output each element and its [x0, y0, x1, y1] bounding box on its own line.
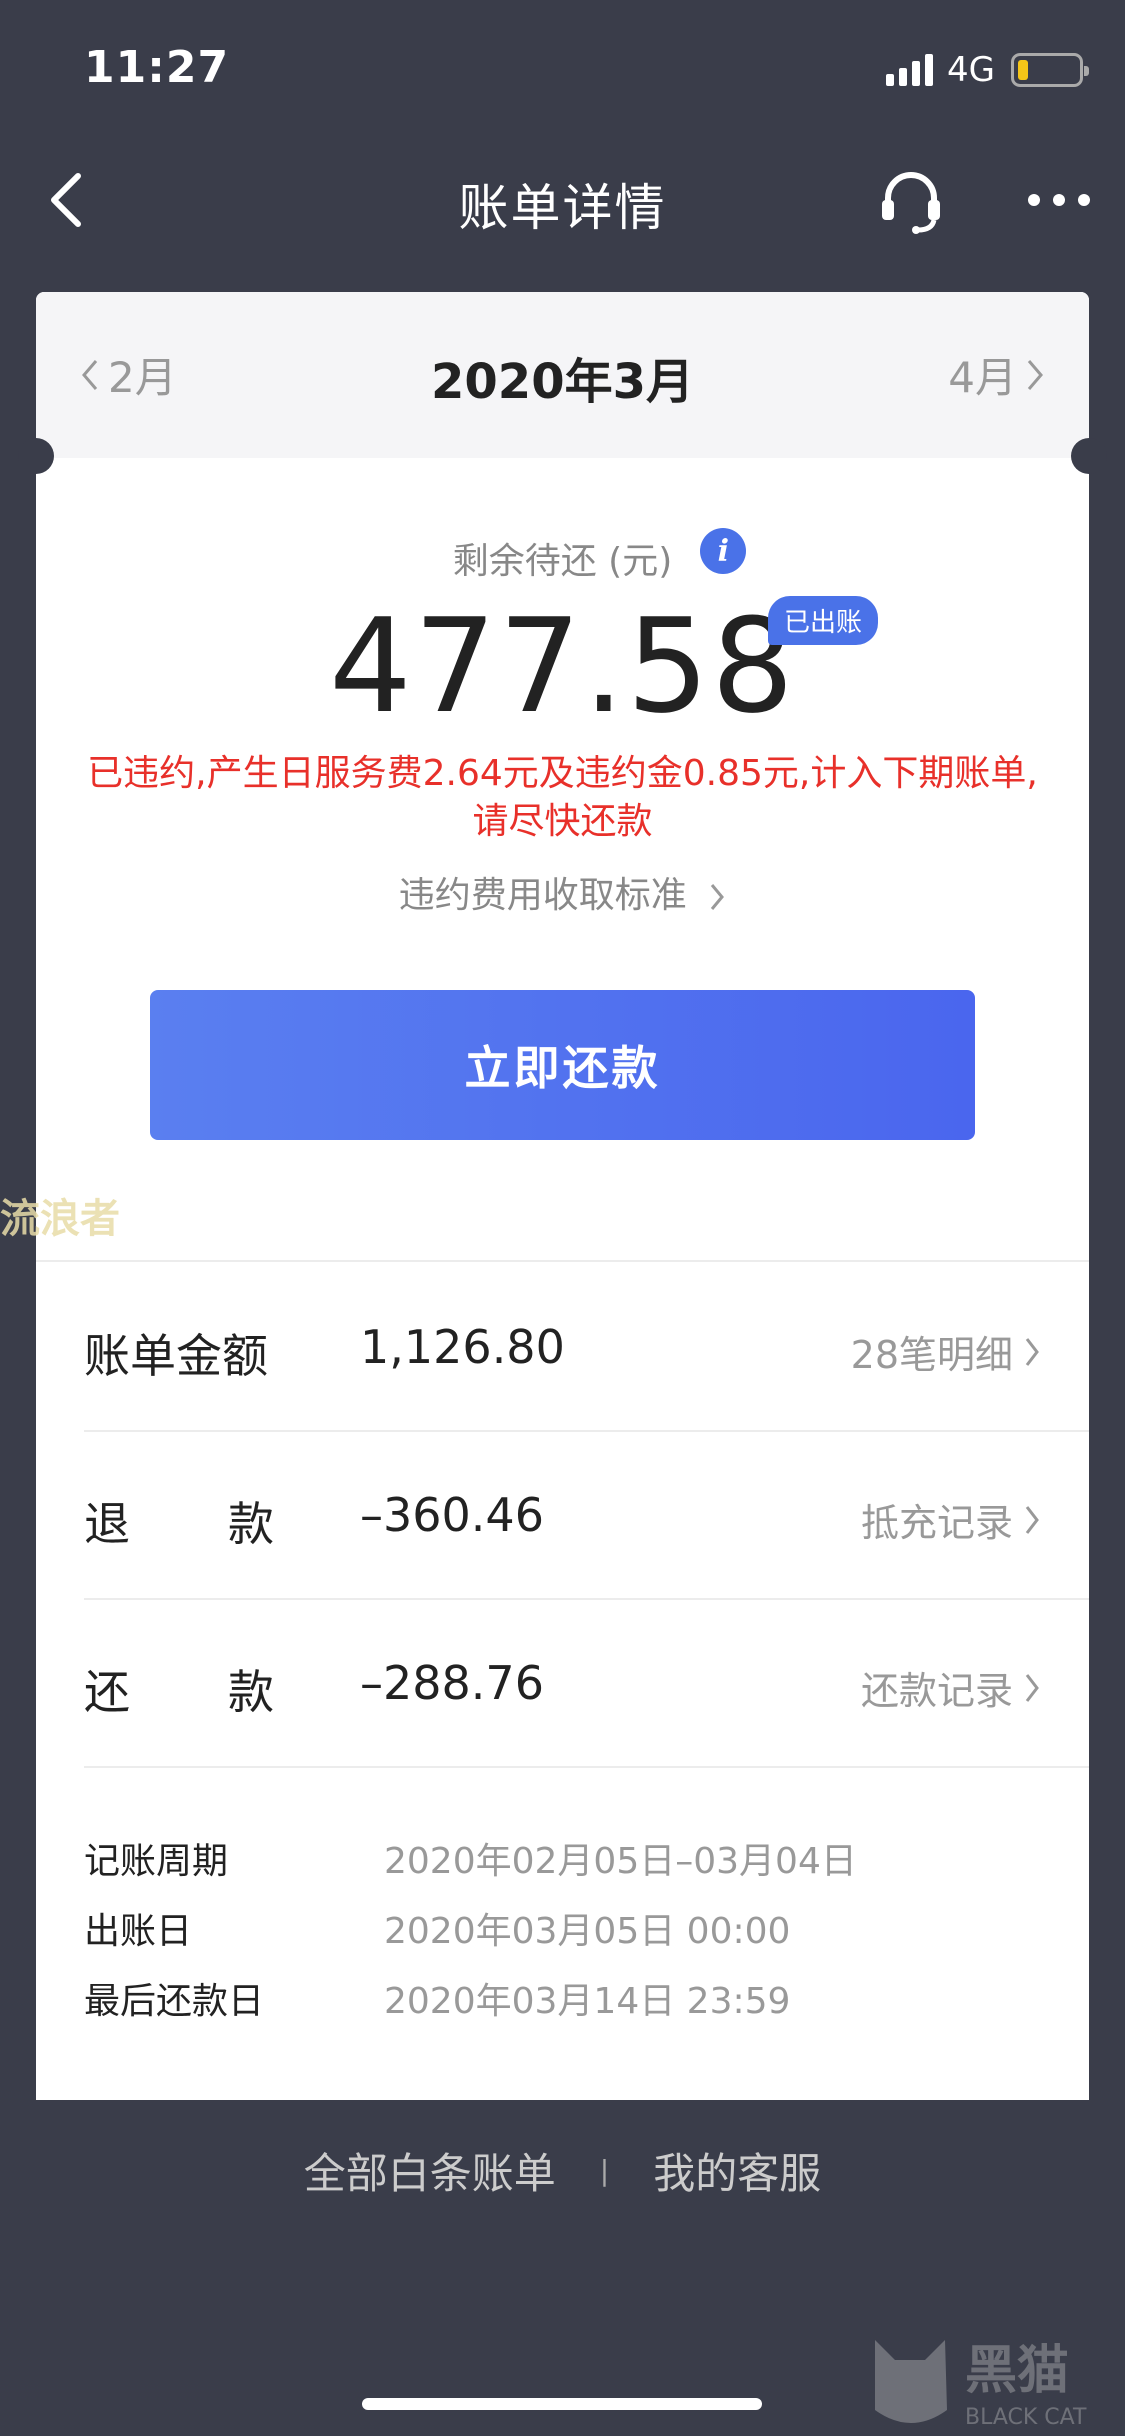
fee-standard-label: 违约费用收取标准 [398, 875, 687, 916]
more-dots-icon [1028, 194, 1090, 206]
overdue-warning: 已违约,产生日服务费2.64元及违约金0.85元,计入下期账单, 请尽快还款 [76, 750, 1049, 846]
refund-row[interactable]: 退款 –360.46 抵充记录 [84, 1430, 1089, 1598]
card-notch-left [18, 438, 54, 474]
status-bar: 11:27 4G [0, 0, 1125, 135]
status-badge: 已出账 [768, 596, 879, 645]
row-label: 退款 [84, 1488, 274, 1554]
chevron-right-icon [1025, 357, 1045, 393]
watermark-text: 流浪者 [0, 1196, 120, 1242]
repayment-records-label: 还款记录 [860, 1669, 1013, 1713]
chevron-right-icon [1023, 1671, 1041, 1705]
statement-date-value: 2020年03月05日 00:00 [384, 1911, 791, 1952]
repay-now-button[interactable]: 立即还款 [150, 990, 975, 1140]
row-label-text: 退 [84, 1497, 130, 1551]
bill-card: 2月 2020年3月 4月 剩余待还 (元) i 477.58 已出账 已违约,… [18, 292, 1107, 2100]
repayment-records-link[interactable]: 还款记录 [861, 1660, 1041, 1715]
due-date-value: 2020年03月14日 23:59 [384, 1981, 791, 2022]
chevron-right-icon [1023, 1503, 1041, 1537]
chevron-right-icon [1023, 1335, 1041, 1369]
refund-value: –360.46 [360, 1488, 544, 1542]
due-date-key: 最后还款日 [84, 1981, 265, 2022]
next-month-label: 4月 [948, 353, 1017, 402]
statement-date-key: 出账日 [84, 1911, 193, 1952]
overdue-warning-line1: 已违约,产生日服务费2.64元及违约金0.85元,计入下期账单, [87, 753, 1038, 794]
details-link[interactable]: 28笔明细 [851, 1324, 1041, 1379]
battery-icon [1011, 53, 1089, 87]
repayment-value: –288.76 [360, 1656, 544, 1710]
remaining-amount: 477.58 [329, 590, 796, 742]
page-title: 账单详情 [458, 179, 667, 237]
next-month-button[interactable]: 4月 [948, 344, 1045, 405]
card-notch-right [1071, 438, 1107, 474]
svg-text:BLACK CAT: BLACK CAT [965, 2405, 1087, 2430]
svg-text:黑猫: 黑猫 [965, 2341, 1069, 2401]
row-label-text: 还 [84, 1665, 130, 1719]
repayment-row[interactable]: 还款 –288.76 还款记录 [84, 1598, 1089, 1766]
signal-icon [886, 54, 934, 86]
row-label: 还款 [84, 1656, 274, 1722]
divider [84, 1766, 1089, 1768]
black-cat-logo: 黑猫 BLACK CAT [855, 2320, 1115, 2436]
link-separator: | [599, 2153, 610, 2187]
month-switcher: 2月 2020年3月 4月 [36, 292, 1089, 458]
remaining-label-wrap: 剩余待还 (元) i [36, 528, 1089, 584]
billing-period-value: 2020年02月05日–03月04日 [384, 1841, 857, 1882]
chevron-right-icon [708, 881, 726, 913]
all-bills-link[interactable]: 全部白条账单 [304, 2140, 556, 2201]
offset-records-label: 抵充记录 [860, 1501, 1013, 1545]
offset-records-link[interactable]: 抵充记录 [861, 1492, 1041, 1547]
fee-standard-link[interactable]: 违约费用收取标准 [36, 866, 1089, 918]
current-month: 2020年3月 [431, 354, 694, 410]
status-indicators: 4G [886, 50, 1089, 90]
more-button[interactable] [1024, 190, 1094, 210]
billing-period-key: 记账周期 [84, 1841, 229, 1882]
bill-amount-row[interactable]: 账单金额 1,126.80 28笔明细 [84, 1262, 1089, 1430]
customer-service-button[interactable] [876, 166, 946, 236]
bottom-links: 全部白条账单 | 我的客服 [0, 2140, 1125, 2200]
bill-amount-value: 1,126.80 [360, 1320, 565, 1374]
overdue-warning-line2: 请尽快还款 [472, 801, 653, 842]
row-label-text: 款 [228, 1497, 274, 1551]
status-time: 11:27 [84, 42, 230, 93]
info-icon[interactable]: i [700, 528, 747, 574]
row-label: 账单金额 [84, 1320, 274, 1386]
remaining-label: 剩余待还 (元) [452, 541, 673, 582]
row-label-text: 款 [228, 1665, 274, 1719]
home-indicator [362, 2398, 762, 2410]
row-label-text: 账单金额 [84, 1329, 268, 1383]
network-type: 4G [947, 50, 995, 90]
details-link-label: 28笔明细 [850, 1333, 1013, 1377]
headset-icon [882, 172, 940, 234]
nav-bar: 账单详情 [0, 140, 1125, 260]
my-customer-service-link[interactable]: 我的客服 [653, 2140, 821, 2201]
